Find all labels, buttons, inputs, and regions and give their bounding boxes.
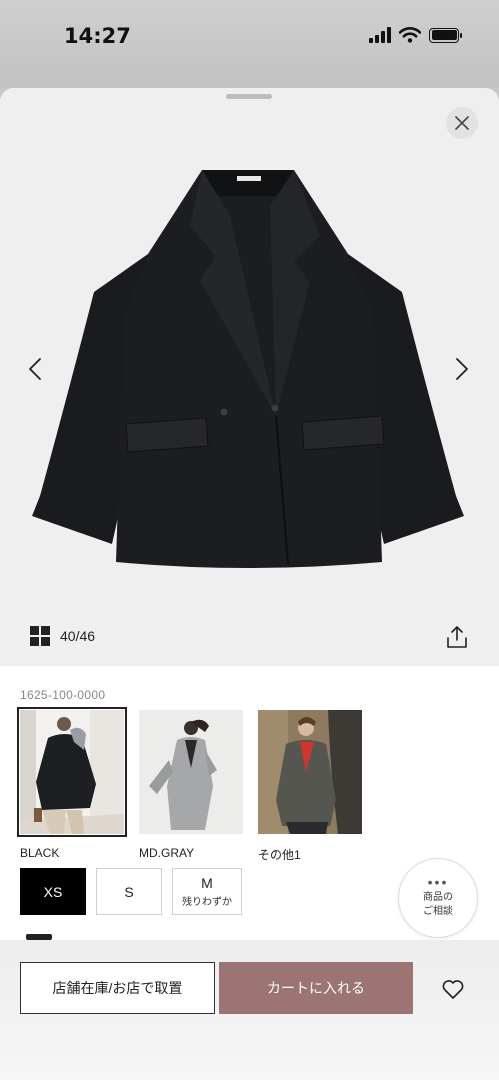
image-gallery[interactable]: 40/46 bbox=[0, 88, 499, 666]
color-swatch-md-gray[interactable]: MD.GRAY bbox=[139, 710, 245, 863]
size-option-m[interactable]: M 残りわずか bbox=[172, 868, 242, 915]
size-label: S bbox=[124, 883, 134, 900]
consult-label-line2: ご相談 bbox=[423, 906, 453, 917]
size-selector: XS S M 残りわずか bbox=[20, 868, 242, 915]
store-stock-button[interactable]: 店舗在庫/お店で取置 bbox=[20, 962, 215, 1014]
size-option-s[interactable]: S bbox=[96, 868, 162, 915]
consult-button[interactable]: ••• 商品の ご相談 bbox=[398, 858, 478, 938]
size-label: XS bbox=[43, 883, 63, 900]
product-sheet: 40/46 1625-100-0000 BLACK MD.GRAY その他1 X… bbox=[0, 88, 499, 1080]
color-swatch-black[interactable]: BLACK bbox=[17, 707, 127, 863]
wifi-icon bbox=[399, 27, 421, 43]
color-swatch-other[interactable]: その他1 bbox=[258, 710, 364, 863]
status-icons bbox=[369, 27, 462, 43]
color-swatch-label: MD.GRAY bbox=[139, 846, 195, 860]
color-swatch-image bbox=[139, 710, 243, 834]
sheet-grabber[interactable] bbox=[226, 94, 272, 99]
size-label: M bbox=[201, 875, 213, 891]
color-swatches: BLACK MD.GRAY その他1 bbox=[17, 707, 364, 863]
share-button[interactable] bbox=[444, 624, 470, 650]
action-bar: 店舗在庫/お店で取置 カートに入れる bbox=[0, 940, 499, 1080]
color-swatch-label: その他1 bbox=[258, 848, 301, 862]
share-icon bbox=[447, 626, 467, 648]
image-counter-text: 40/46 bbox=[60, 628, 96, 644]
image-counter[interactable]: 40/46 bbox=[30, 626, 95, 646]
product-image bbox=[32, 170, 464, 568]
close-icon bbox=[455, 116, 469, 130]
size-option-xs[interactable]: XS bbox=[20, 868, 86, 915]
close-button[interactable] bbox=[446, 107, 478, 139]
grid-icon bbox=[30, 626, 50, 646]
color-swatch-image bbox=[258, 710, 362, 834]
consult-label-line1: 商品の bbox=[423, 892, 453, 903]
battery-icon bbox=[429, 27, 462, 43]
heart-icon bbox=[442, 980, 464, 999]
more-dots-icon: ••• bbox=[427, 874, 449, 890]
color-swatch-image bbox=[17, 707, 127, 837]
favorite-button[interactable] bbox=[440, 976, 466, 1002]
cellular-signal-icon bbox=[369, 27, 391, 43]
status-time: 14:27 bbox=[64, 24, 131, 48]
product-code: 1625-100-0000 bbox=[20, 688, 106, 702]
color-swatch-label: BLACK bbox=[20, 846, 60, 860]
add-to-cart-button[interactable]: カートに入れる bbox=[219, 962, 413, 1014]
size-stock-note: 残りわずか bbox=[182, 897, 232, 908]
status-bar: 14:27 bbox=[0, 0, 499, 88]
